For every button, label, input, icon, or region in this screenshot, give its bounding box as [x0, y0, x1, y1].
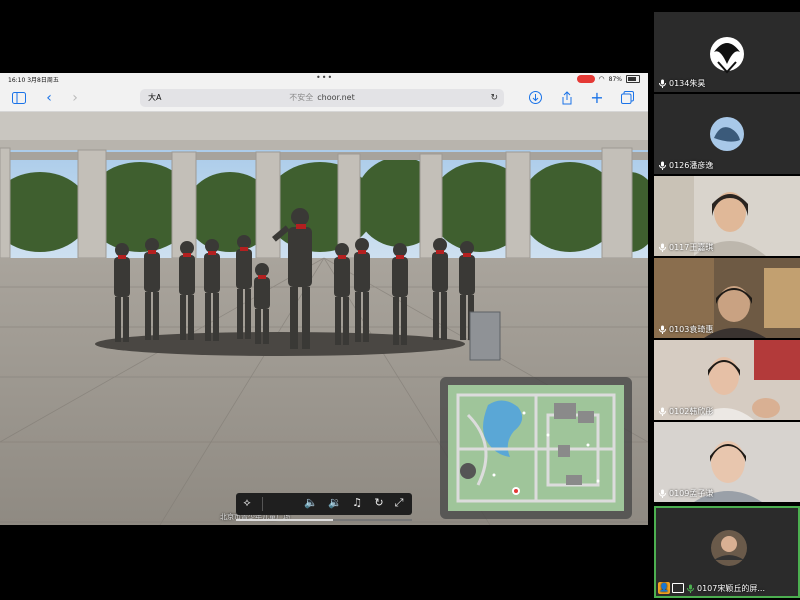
status-time-date: 16:10 3月8日周五 [8, 77, 59, 84]
participant-name: 0102韩欣彤 [669, 407, 714, 416]
screen-record-icon[interactable] [576, 74, 595, 83]
video-controls: ⟡ 🔈 🔉 ♫ ↻ ⤢ [236, 493, 412, 515]
video-progress-bar[interactable] [236, 519, 412, 521]
participant-name: 0103袁琦惠 [669, 325, 714, 334]
mic-icon [658, 325, 667, 334]
download-icon[interactable] [526, 89, 544, 107]
minimap[interactable] [440, 377, 632, 519]
address-bar[interactable]: 大A 不安全 choor.net ↻ [140, 89, 504, 107]
person-icon: 👤 [658, 582, 670, 594]
mic-icon [686, 584, 695, 593]
participant-tile-active[interactable]: 👤 0107宋颖丘的屏... [654, 506, 800, 598]
shared-screen: 16:10 3月8日周五 ••• ◠ 87% ‹ › 大A 不安全 choor.n… [0, 73, 648, 525]
gyroscope-icon[interactable]: ⟡ [240, 496, 254, 510]
participant-name: 0126潘彦逸 [669, 161, 714, 170]
screen-share-icon [672, 583, 684, 593]
participant-name: 0134朱昊 [669, 79, 706, 88]
fullscreen-icon[interactable]: ⤢ [392, 496, 406, 510]
participant-tile[interactable]: 0117王嘉琪 [654, 176, 800, 256]
new-tab-icon[interactable]: + [588, 89, 606, 107]
mic-icon [658, 243, 667, 252]
participant-name: 0117王嘉琪 [669, 243, 714, 252]
participant-tile[interactable]: 0109孟子谦 [654, 422, 800, 502]
audio-toggle-icon[interactable]: 🔉 [328, 496, 342, 510]
url-text: choor.net [317, 93, 355, 102]
battery-percent: 87% [608, 75, 622, 83]
multitask-dots-icon[interactable]: ••• [316, 73, 333, 82]
narration-icon[interactable]: 🔈 [304, 496, 318, 510]
mic-icon [658, 407, 667, 416]
participant-gallery: 0134朱昊 0126潘彦逸 0117王嘉琪 0103袁琦惠 0102韩欣彤 0… [654, 10, 800, 600]
participant-tile[interactable]: 0103袁琦惠 [654, 258, 800, 338]
participant-tile[interactable]: 0134朱昊 [654, 12, 800, 92]
battery-icon [626, 75, 640, 83]
wifi-icon: ◠ [598, 75, 605, 83]
share-icon[interactable] [558, 89, 576, 107]
mic-icon [658, 161, 667, 170]
mic-icon [658, 489, 667, 498]
music-icon[interactable]: ♫ [350, 496, 364, 510]
controls-divider [262, 497, 263, 511]
insecure-label: 不安全 [289, 93, 314, 102]
participant-tile[interactable]: 0102韩欣彤 [654, 340, 800, 420]
back-icon[interactable]: ‹ [40, 89, 58, 107]
ipad-status-bar: 16:10 3月8日周五 ••• ◠ 87% [0, 73, 648, 85]
tabs-overview-icon[interactable] [618, 89, 636, 107]
panorama-view[interactable]: 北京市青少年儿童广场 [0, 112, 648, 525]
participant-name: 0109孟子谦 [669, 489, 714, 498]
forward-icon[interactable]: › [66, 89, 84, 107]
participant-tile[interactable]: 0126潘彦逸 [654, 94, 800, 174]
park-map [448, 385, 624, 511]
participant-name: 0107宋颖丘的屏... [697, 583, 765, 593]
reload-icon[interactable]: ↻ [490, 89, 498, 107]
rotate-icon[interactable]: ↻ [372, 496, 386, 510]
browser-toolbar: ‹ › 大A 不安全 choor.net ↻ + [0, 85, 648, 112]
sidebar-toggle-icon[interactable] [10, 89, 28, 107]
video-progress-fill [236, 519, 333, 521]
mic-icon [658, 79, 667, 88]
